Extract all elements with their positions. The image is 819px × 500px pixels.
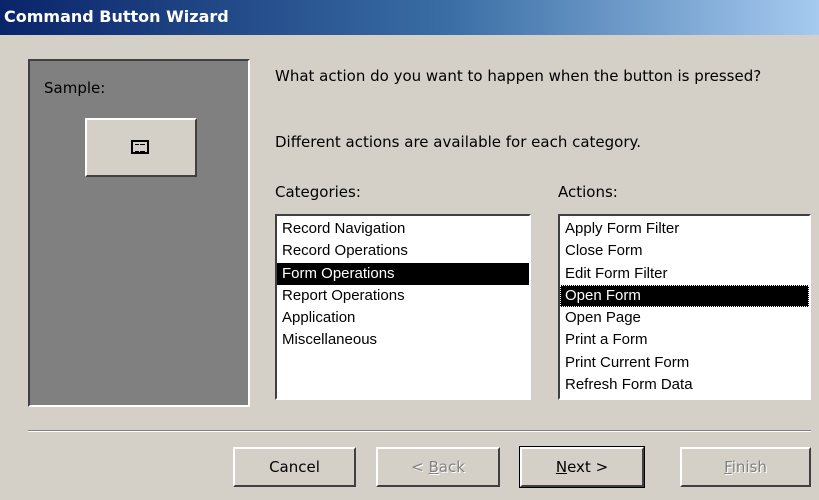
sample-button-preview (85, 118, 197, 177)
next-rest: ext > (567, 458, 609, 476)
action-item[interactable]: Refresh Form Data (560, 374, 809, 396)
separator (28, 430, 811, 432)
back-prefix: < (411, 458, 429, 476)
action-item[interactable]: Close Form (560, 240, 809, 262)
category-item[interactable]: Record Navigation (277, 218, 529, 240)
form-icon (131, 140, 149, 154)
back-button[interactable]: < Back (376, 447, 500, 487)
wizard-window: Command Button Wizard Sample: What actio… (0, 0, 819, 500)
sample-panel: Sample: (28, 59, 250, 407)
category-item[interactable]: Report Operations (277, 285, 529, 307)
question-text: What action do you want to happen when t… (275, 67, 762, 85)
cancel-button[interactable]: Cancel (233, 447, 356, 487)
category-item-selected[interactable]: Form Operations (277, 262, 529, 285)
finish-button[interactable]: Finish (680, 447, 811, 487)
window-title: Command Button Wizard (4, 7, 229, 26)
action-item[interactable]: Print a Form (560, 329, 809, 351)
back-mnemonic: B (428, 458, 439, 476)
action-item[interactable]: Print Current Form (560, 352, 809, 374)
actions-label: Actions: (558, 183, 618, 201)
finish-rest: inish (731, 458, 767, 476)
finish-mnemonic: F (724, 458, 732, 476)
action-item[interactable]: Apply Form Filter (560, 218, 809, 240)
category-note: Different actions are available for each… (275, 133, 642, 151)
action-item-selected[interactable]: Open Form (560, 284, 809, 308)
title-bar[interactable]: Command Button Wizard (0, 0, 819, 35)
categories-label: Categories: (275, 183, 361, 201)
actions-listbox[interactable]: Apply Form Filter Close Form Edit Form F… (558, 214, 811, 400)
category-item[interactable]: Miscellaneous (277, 329, 529, 351)
next-button[interactable]: Next > (519, 446, 645, 488)
category-item[interactable]: Application (277, 307, 529, 329)
sample-label: Sample: (44, 79, 106, 97)
next-mnemonic: N (555, 458, 568, 476)
action-item[interactable]: Edit Form Filter (560, 263, 809, 285)
back-rest: ack (438, 458, 465, 476)
categories-listbox[interactable]: Record Navigation Record Operations Form… (275, 214, 531, 400)
category-item[interactable]: Record Operations (277, 240, 529, 262)
action-item[interactable]: Open Page (560, 307, 809, 329)
